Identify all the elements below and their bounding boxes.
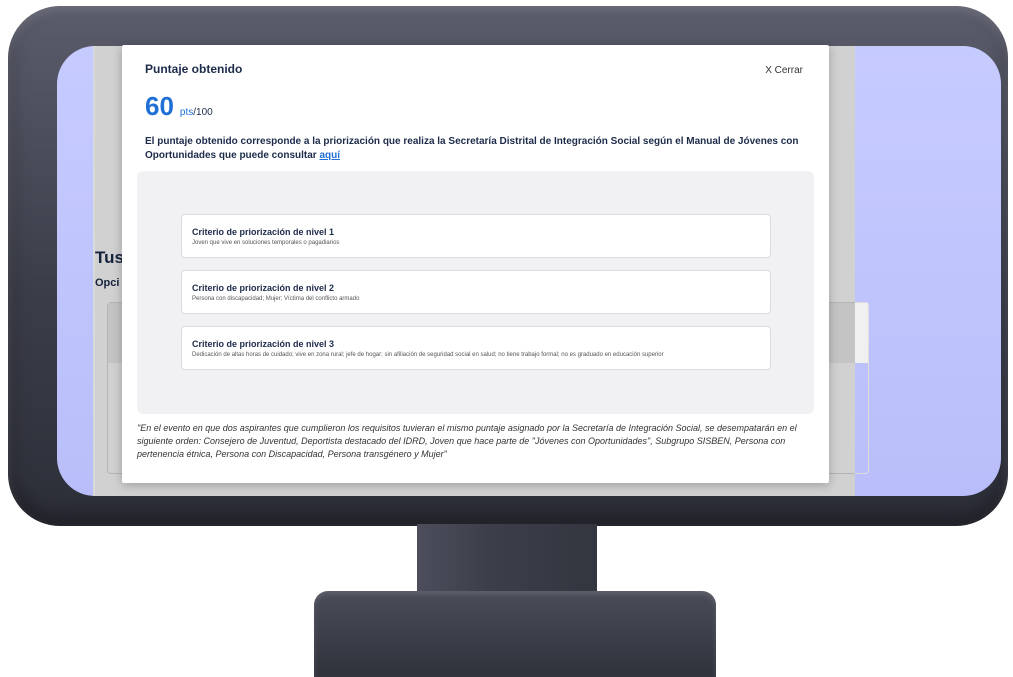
- tiebreak-footnote: "En el evento en que dos aspirantes que …: [137, 423, 797, 459]
- criterion-title: Criterio de priorización de nivel 3: [192, 339, 335, 349]
- modal-title: Puntaje obtenido: [145, 62, 243, 76]
- criterion-description: Dedicación de altas horas de cuidado; vi…: [192, 352, 664, 358]
- criterion-card-level-1: Criterio de priorización de nivel 1 Jove…: [181, 214, 771, 258]
- monitor-base: [314, 591, 716, 677]
- close-button[interactable]: X Cerrar: [765, 65, 803, 76]
- score-display: 60 pts/100: [145, 91, 213, 122]
- criteria-panel: Criterio de priorización de nivel 1 Jove…: [137, 171, 814, 414]
- score-unit: pts: [179, 107, 194, 118]
- criterion-card-level-2: Criterio de priorización de nivel 2 Pers…: [181, 270, 771, 314]
- criterion-description: Joven que vive en soluciones temporales …: [192, 240, 340, 246]
- score-total: /100: [193, 107, 213, 118]
- criterion-title: Criterio de priorización de nivel 2: [192, 283, 335, 293]
- score-description: El puntaje obtenido corresponde a la pri…: [145, 135, 810, 163]
- criterion-card-level-3: Criterio de priorización de nivel 3 Dedi…: [181, 326, 771, 370]
- score-value: 60: [145, 91, 174, 121]
- manual-link[interactable]: aquí: [319, 150, 340, 161]
- score-modal: Puntaje obtenido X Cerrar 60 pts/100 El p…: [122, 45, 829, 483]
- criterion-title: Criterio de priorización de nivel 1: [192, 227, 335, 237]
- score-description-text: El puntaje obtenido corresponde a la pri…: [145, 136, 799, 161]
- criterion-description: Persona con discapacidad; Mujer; Víctima…: [192, 296, 360, 302]
